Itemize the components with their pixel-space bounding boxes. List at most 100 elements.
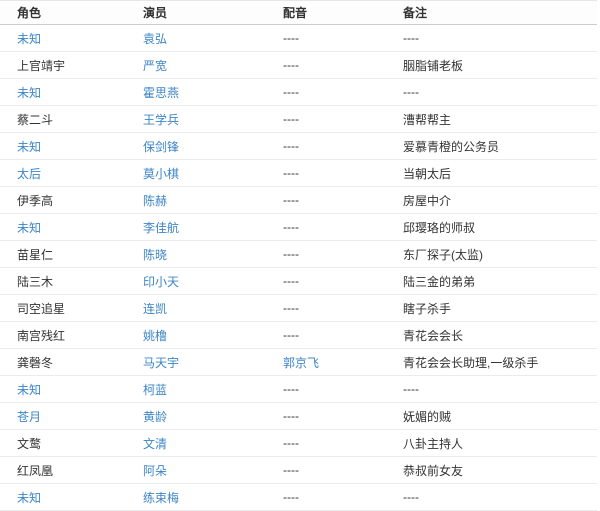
- role-cell: 未知: [0, 484, 128, 511]
- voice-text: ----: [283, 490, 299, 504]
- column-header-voice-label: 配音: [283, 6, 307, 20]
- actor-link[interactable]: 袁弘: [143, 32, 167, 46]
- note-text: 瞎子杀手: [403, 302, 451, 316]
- actor-cell: 王学兵: [128, 106, 268, 133]
- role-text: 上官靖宇: [17, 59, 65, 73]
- column-header-actor: 演员: [128, 1, 268, 25]
- actor-link[interactable]: 李佳航: [143, 221, 179, 235]
- role-link[interactable]: 未知: [17, 140, 41, 154]
- voice-cell: ----: [268, 79, 388, 106]
- actor-link[interactable]: 霍思燕: [143, 86, 179, 100]
- actor-link[interactable]: 王学兵: [143, 113, 179, 127]
- table-row: 苗星仁 陈晓 ---- 东厂探子(太监): [0, 241, 597, 268]
- role-cell: 南宫残红: [0, 322, 128, 349]
- role-link[interactable]: 未知: [17, 32, 41, 46]
- role-cell: 未知: [0, 79, 128, 106]
- role-cell: 文鹜: [0, 430, 128, 457]
- role-text: 司空追星: [17, 302, 65, 316]
- note-cell: ----: [388, 79, 597, 106]
- role-link[interactable]: 太后: [17, 167, 41, 181]
- table-row: 南宫残红姚橹----青花会会长: [0, 322, 597, 349]
- actor-link[interactable]: 柯蓝: [143, 383, 167, 397]
- actor-cell: 严宽: [128, 52, 268, 79]
- actor-link[interactable]: 严宽: [143, 59, 167, 73]
- role-cell: 蔡二斗: [0, 106, 128, 133]
- voice-link[interactable]: 郭京飞: [283, 356, 319, 370]
- role-cell: 司空追星: [0, 295, 128, 322]
- actor-cell: 陈晓: [128, 241, 268, 268]
- role-cell: 龚磬冬: [0, 349, 128, 376]
- actor-link[interactable]: 保剑锋: [143, 140, 179, 154]
- voice-cell: ----: [268, 106, 388, 133]
- column-header-role-label: 角色: [17, 6, 41, 20]
- note-text: ----: [403, 85, 419, 99]
- voice-cell: ----: [268, 484, 388, 511]
- actor-link[interactable]: 阿朵: [143, 464, 167, 478]
- note-text: 恭叔前女友: [403, 464, 463, 478]
- actor-cell: 文清: [128, 430, 268, 457]
- actor-link[interactable]: 黄龄: [143, 410, 167, 424]
- note-text: ----: [403, 31, 419, 45]
- actor-link[interactable]: 印小天: [143, 275, 179, 289]
- voice-cell: ----: [268, 457, 388, 484]
- note-text: 妩媚的贼: [403, 410, 451, 424]
- role-cell: 苗星仁: [0, 241, 128, 268]
- note-cell: 八卦主持人: [388, 430, 597, 457]
- actor-link[interactable]: 文清: [143, 437, 167, 451]
- actor-cell: 练束梅: [128, 484, 268, 511]
- voice-text: ----: [283, 247, 299, 261]
- voice-text: ----: [283, 436, 299, 450]
- voice-cell: ----: [268, 133, 388, 160]
- role-cell: 未知: [0, 376, 128, 403]
- note-cell: 恭叔前女友: [388, 457, 597, 484]
- voice-text: ----: [283, 139, 299, 153]
- actor-cell: 陈赫: [128, 187, 268, 214]
- role-link[interactable]: 未知: [17, 86, 41, 100]
- column-header-voice: 配音: [268, 1, 388, 25]
- role-cell: 伊季高: [0, 187, 128, 214]
- note-cell: 东厂探子(太监): [388, 241, 597, 268]
- actor-link[interactable]: 陈赫: [143, 194, 167, 208]
- role-text: 伊季高: [17, 194, 53, 208]
- note-cell: ----: [388, 25, 597, 52]
- role-text: 蔡二斗: [17, 113, 53, 127]
- actor-cell: 印小天: [128, 268, 268, 295]
- table-row: 未知 袁弘 ---- ----: [0, 25, 597, 52]
- actor-link[interactable]: 陈晓: [143, 248, 167, 262]
- voice-cell: ----: [268, 160, 388, 187]
- table-row: 蔡二斗王学兵----漕帮帮主: [0, 106, 597, 133]
- column-header-note-label: 备注: [403, 6, 427, 20]
- note-cell: ----: [388, 484, 597, 511]
- role-cell: 未知: [0, 214, 128, 241]
- role-text: 龚磬冬: [17, 356, 53, 370]
- role-link[interactable]: 苍月: [17, 410, 41, 424]
- role-link[interactable]: 未知: [17, 383, 41, 397]
- note-text: 邱璎珞的师叔: [403, 221, 475, 235]
- table-row: 陆三木印小天----陆三金的弟弟: [0, 268, 597, 295]
- voice-cell: ----: [268, 403, 388, 430]
- role-text: 红凤凰: [17, 464, 53, 478]
- cast-table: 角色 演员 配音 备注 未知袁弘--------上官靖宇严宽----胭脂铺老板未…: [0, 0, 597, 511]
- table-row: 苍月 黄龄 ---- 妩媚的贼: [0, 403, 597, 430]
- actor-link[interactable]: 莫小棋: [143, 167, 179, 181]
- voice-cell: ----: [268, 52, 388, 79]
- actor-cell: 阿朵: [128, 457, 268, 484]
- voice-cell: ----: [268, 295, 388, 322]
- column-header-actor-label: 演员: [143, 6, 167, 20]
- note-text: 陆三金的弟弟: [403, 275, 475, 289]
- actor-link[interactable]: 姚橹: [143, 329, 167, 343]
- actor-link[interactable]: 练束梅: [143, 491, 179, 505]
- role-link[interactable]: 未知: [17, 491, 41, 505]
- table-row: 龚磬冬马天宇郭京飞青花会会长助理,一级杀手: [0, 349, 597, 376]
- table-row: 未知 李佳航 ---- 邱璎珞的师叔: [0, 214, 597, 241]
- role-cell: 苍月: [0, 403, 128, 430]
- role-text: 文鹜: [17, 437, 41, 451]
- actor-link[interactable]: 连凯: [143, 302, 167, 316]
- role-cell: 未知: [0, 25, 128, 52]
- actor-link[interactable]: 马天宇: [143, 356, 179, 370]
- voice-cell: ----: [268, 214, 388, 241]
- role-link[interactable]: 未知: [17, 221, 41, 235]
- voice-cell: ----: [268, 25, 388, 52]
- note-cell: ----: [388, 376, 597, 403]
- voice-text: ----: [283, 193, 299, 207]
